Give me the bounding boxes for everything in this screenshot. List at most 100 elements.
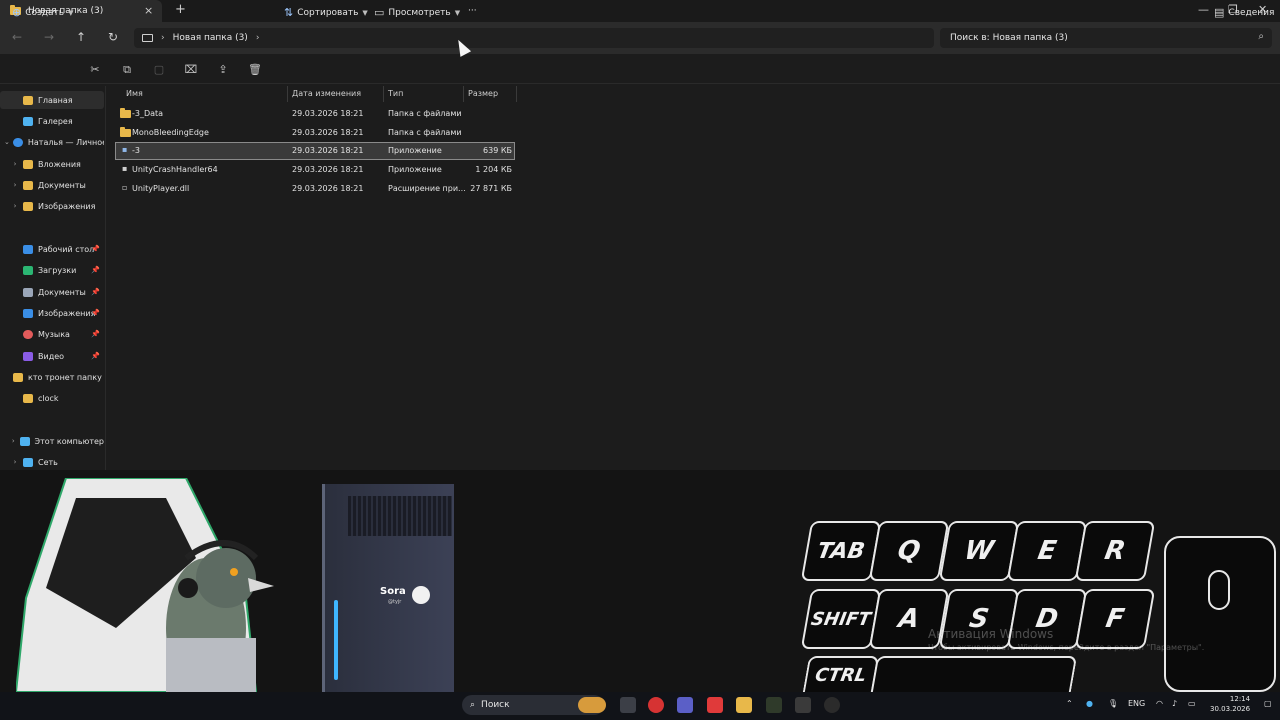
chevron-right-icon[interactable]: › [161,33,165,43]
chevron-down-icon: ▼ [68,8,74,17]
delete-icon[interactable]: 🗑 [248,63,262,77]
column-header-size[interactable]: Размер [468,89,498,98]
search-input[interactable]: Поиск в: Новая папка (3) ⌕ [940,28,1272,48]
language-indicator[interactable]: ENG [1128,699,1145,708]
volume-icon[interactable]: ♪ [1172,699,1177,708]
column-divider[interactable] [287,86,288,102]
nav-item-downloads[interactable]: Загрузки 📌 [0,261,104,279]
taskbar-clock[interactable]: 12:14 30.03.2026 [1210,694,1250,714]
copy-icon[interactable]: ⧉ [120,63,134,77]
nav-label: Музыка [38,329,70,339]
file-type: Приложение [388,165,442,174]
wifi-icon[interactable]: ◠ [1156,699,1163,708]
chevron-right-icon[interactable]: › [10,181,20,189]
nav-item-custom-folder[interactable]: кто тронет папку т [0,368,104,386]
file-type: Приложение [388,146,442,155]
forward-button[interactable]: → [44,30,54,44]
chevron-down-icon[interactable]: ⌄ [4,138,10,146]
file-size: 1 204 КБ [475,165,512,174]
refresh-button[interactable]: ↻ [108,30,118,44]
notification-icon[interactable]: ▢ [1264,699,1272,708]
details-label: Сведения [1228,7,1275,18]
search-icon[interactable]: ⌕ [1258,31,1264,42]
file-explorer-icon[interactable] [736,697,752,713]
app-icon[interactable] [795,697,811,713]
pc-vent [348,496,452,536]
details-pane-icon: ▤ [1214,6,1225,19]
new-tab-button[interactable]: + [175,2,186,17]
nav-item-this-pc[interactable]: › Этот компьютер [0,432,104,450]
chevron-right-icon[interactable]: › [10,160,20,168]
nav-label: Загрузки [38,265,77,275]
nav-item-video[interactable]: Видео 📌 [0,347,104,365]
microphone-icon[interactable]: 🎙 [1108,699,1118,708]
folder-icon [120,127,131,137]
nav-item-attachments[interactable]: › Вложения [0,155,104,173]
nav-item-music[interactable]: Музыка 📌 [0,325,104,343]
view-button[interactable]: ▭ Просмотреть ▼ [374,6,460,19]
file-row[interactable]: -3_Data 29.03.2026 18:21 Папка с файлами [116,106,514,122]
column-divider[interactable] [463,86,464,102]
sort-icon: ⇅ [284,6,294,19]
task-view-icon[interactable] [620,697,636,713]
nav-item-clock[interactable]: clock [0,389,104,407]
nav-item-network[interactable]: › Сеть [0,453,104,471]
tray-app-icon[interactable]: ● [1086,699,1093,708]
sort-button[interactable]: ⇅ Сортировать ▼ [284,6,368,19]
chevron-right-icon[interactable]: › [10,202,20,210]
teams-icon[interactable] [677,697,693,713]
file-row-selected[interactable]: ▪ -3 29.03.2026 18:21 Приложение 639 КБ [115,142,515,160]
key-q: Q [868,521,950,581]
more-options-button[interactable]: ··· [468,6,477,16]
file-name: -3_Data [132,109,164,118]
tab-close-button[interactable]: × [144,4,153,17]
widget-icon[interactable] [578,697,606,713]
nav-label: Изображения [38,308,96,318]
column-divider[interactable] [516,86,517,102]
nav-item-images-cloud[interactable]: › Изображения [0,197,104,215]
create-button[interactable]: ⊕ Создать ▼ [12,6,73,19]
tray-expand-icon[interactable]: ⌃ [1066,699,1073,708]
minimize-button[interactable]: — [1198,3,1209,16]
address-field[interactable]: › Новая папка (3) › [134,28,934,48]
column-divider[interactable] [383,86,384,102]
rename-icon[interactable]: ⌧ [184,63,198,77]
paste-icon[interactable]: ▢ [152,63,166,77]
column-header-type[interactable]: Тип [388,89,403,98]
details-button[interactable]: ▤ Сведения [1214,6,1274,19]
file-row[interactable]: ▫ UnityPlayer.dll 29.03.2026 18:21 Расши… [116,181,514,197]
chevron-right-icon[interactable]: › [256,33,260,43]
share-icon[interactable]: ⇪ [216,63,230,77]
column-header-date[interactable]: Дата изменения [292,89,361,98]
nav-item-onedrive[interactable]: ⌄ Наталья — Личное [0,133,104,151]
file-row[interactable]: MonoBleedingEdge 29.03.2026 18:21 Папка … [116,125,514,141]
pin-icon: 📌 [91,330,100,338]
computer-icon [142,34,153,42]
chevron-right-icon[interactable]: › [10,458,20,466]
column-header-name[interactable]: Имя [126,89,143,98]
back-button[interactable]: ← [12,30,22,44]
yandex-icon[interactable] [707,697,723,713]
downloads-icon [23,265,33,275]
app-icon[interactable] [766,697,782,713]
nav-item-home[interactable]: Главная [0,91,104,109]
breadcrumb[interactable]: Новая папка (3) [173,33,248,43]
cut-icon[interactable]: ✂ [88,63,102,77]
nav-item-documents-cloud[interactable]: › Документы [0,176,104,194]
nav-label: Главная [38,95,73,105]
yandex-browser-icon[interactable] [648,697,664,713]
nav-item-gallery[interactable]: Галерея [0,112,104,130]
chevron-right-icon[interactable]: › [10,437,17,445]
nav-item-pictures[interactable]: Изображения 📌 [0,304,104,322]
video-icon [23,351,33,361]
pin-icon: 📌 [91,352,100,360]
nav-item-desktop[interactable]: Рабочий стол 📌 [0,240,104,258]
battery-icon[interactable]: ▭ [1188,699,1196,708]
nav-item-documents[interactable]: Документы 📌 [0,283,104,301]
file-date: 29.03.2026 18:21 [292,128,364,137]
view-icon: ▭ [374,6,385,19]
file-row[interactable]: ▪ UnityCrashHandler64 29.03.2026 18:21 П… [116,162,514,178]
up-button[interactable]: ↑ [76,30,86,44]
nav-label: Изображения [38,201,96,211]
app-icon[interactable] [824,697,840,713]
